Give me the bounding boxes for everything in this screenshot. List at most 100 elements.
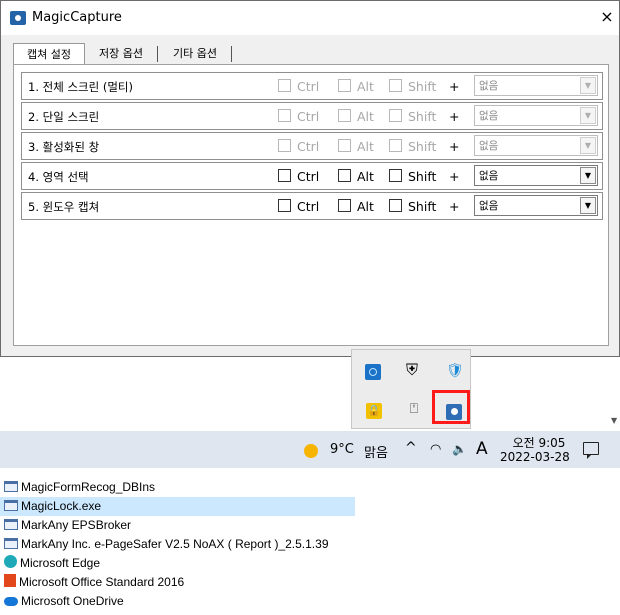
shift-checkbox[interactable]: Shift (389, 139, 436, 154)
list-item[interactable]: MagicFormRecog_DBIns (0, 478, 155, 497)
window-title: MagicCapture (32, 10, 122, 25)
key-select[interactable]: 없음 ▼ (474, 195, 598, 216)
tab-other-options[interactable]: 기타 옵션 (159, 43, 231, 65)
checkbox-icon (338, 169, 351, 182)
alt-checkbox[interactable]: Alt (338, 169, 374, 184)
list-item[interactable]: Microsoft OneDrive (0, 592, 124, 611)
alt-checkbox[interactable]: Alt (338, 139, 374, 154)
plus-sign: + (449, 199, 460, 214)
temperature[interactable]: 9°C (330, 442, 354, 457)
ime-indicator[interactable]: A (476, 439, 488, 459)
shift-checkbox[interactable]: Shift (389, 169, 436, 184)
alt-checkbox[interactable]: Alt (338, 109, 374, 124)
checkbox-icon (338, 109, 351, 122)
chevron-down-icon[interactable]: ▼ (580, 107, 596, 124)
close-button[interactable]: × (599, 7, 615, 26)
key-select-value: 없음 (479, 170, 499, 182)
shift-checkbox[interactable]: Shift (389, 79, 436, 94)
hotkey-label: 1. 전체 스크린 (멀티) (28, 80, 133, 94)
shift-checkbox[interactable]: Shift (389, 109, 436, 124)
clock-time[interactable]: 오전 9:05 (509, 434, 569, 451)
weather-text[interactable]: 맑음 (364, 442, 388, 461)
scroll-down-arrow-icon[interactable]: ▼ (611, 416, 617, 425)
checkbox-icon (278, 79, 291, 92)
program-name: MagicLock.exe (21, 499, 102, 513)
alt-label: Alt (357, 199, 374, 214)
edge-icon (4, 555, 17, 568)
defender-icon[interactable]: 🛡 (446, 363, 464, 379)
key-select[interactable]: 없음 ▼ (474, 165, 598, 186)
checkbox-icon (389, 139, 402, 152)
shield-cross-icon[interactable]: ⛨ (404, 362, 420, 378)
program-name: Microsoft OneDrive (21, 594, 124, 608)
key-select[interactable]: 없음 ▼ (474, 135, 598, 156)
program-name: MarkAny Inc. e-PageSafer V2.5 NoAX ( Rep… (21, 537, 329, 551)
wifi-icon[interactable]: ◠ (430, 442, 441, 457)
alt-checkbox[interactable]: Alt (338, 79, 374, 94)
ctrl-checkbox[interactable]: Ctrl (278, 109, 319, 124)
chevron-down-icon[interactable]: ▼ (580, 197, 596, 214)
plus-sign: + (449, 139, 460, 154)
key-select[interactable]: 없음 ▼ (474, 105, 598, 126)
hotkey-row: 4. 영역 선택 Ctrl Alt Shift + 없음 ▼ (21, 162, 603, 190)
checkbox-icon (338, 199, 351, 212)
ctrl-checkbox[interactable]: Ctrl (278, 79, 319, 94)
checkbox-icon (389, 79, 402, 92)
exe-icon (4, 481, 18, 492)
checkbox-icon (338, 79, 351, 92)
capture-settings-panel: 1. 전체 스크린 (멀티) Ctrl Alt Shift + 없음 ▼ 2. 단일 스크린 C… (13, 64, 609, 346)
ctrl-label: Ctrl (297, 109, 320, 124)
ctrl-label: Ctrl (297, 169, 320, 184)
alt-checkbox[interactable]: Alt (338, 199, 374, 214)
chevron-down-icon[interactable]: ▼ (580, 77, 596, 94)
show-hidden-icons-chevron-icon[interactable]: ^ (405, 440, 417, 456)
program-name: MagicFormRecog_DBIns (21, 480, 156, 494)
checkbox-icon (389, 169, 402, 182)
sun-weather-icon[interactable] (304, 444, 318, 458)
hotkey-row: 5. 윈도우 캡쳐 Ctrl Alt Shift + 없음 ▼ (21, 192, 603, 220)
hotkey-label: 4. 영역 선택 (28, 170, 89, 184)
list-item[interactable]: MarkAny Inc. e-PageSafer V2.5 NoAX ( Rep… (0, 535, 329, 554)
hotkey-label: 3. 활성화된 창 (28, 140, 100, 154)
ctrl-checkbox[interactable]: Ctrl (278, 169, 319, 184)
plus-sign: + (449, 79, 460, 94)
checkbox-icon (278, 169, 291, 182)
hotkey-row: 3. 활성화된 창 Ctrl Alt Shift + 없음 ▼ (21, 132, 603, 160)
list-item[interactable]: Microsoft Office Standard 2016 (0, 573, 184, 592)
usb-icon[interactable]: ⍞ (406, 401, 422, 417)
chevron-down-icon[interactable]: ▼ (580, 167, 596, 184)
shift-label: Shift (408, 79, 437, 94)
title-bar[interactable]: MagicCapture × (1, 1, 619, 35)
office-icon (4, 574, 16, 587)
ctrl-checkbox[interactable]: Ctrl (278, 199, 319, 214)
tab-divider (231, 46, 232, 62)
hotkey-label: 2. 단일 스크린 (28, 110, 100, 124)
magiccapture-window: MagicCapture × 캡쳐 설정 저장 옵션 기타 옵션 1. 전체 스… (0, 0, 620, 357)
list-item[interactable]: MarkAny EPSBroker (0, 516, 131, 535)
checkbox-icon (338, 139, 351, 152)
list-item[interactable]: Microsoft Edge (0, 554, 100, 573)
chevron-down-icon[interactable]: ▼ (580, 137, 596, 154)
checkbox-icon (389, 199, 402, 212)
list-item[interactable]: MagicLock.exe (0, 497, 355, 516)
ctrl-label: Ctrl (297, 79, 320, 94)
ctrl-label: Ctrl (297, 199, 320, 214)
plus-sign: + (449, 169, 460, 184)
camera-icon-highlight (432, 390, 470, 424)
lock-icon[interactable]: 🔒 (366, 403, 382, 419)
alt-label: Alt (357, 169, 374, 184)
tab-save-options[interactable]: 저장 옵션 (85, 43, 157, 65)
shift-checkbox[interactable]: Shift (389, 199, 436, 214)
hotkey-label: 5. 윈도우 캡쳐 (28, 200, 100, 214)
app-icon[interactable] (365, 364, 381, 380)
key-select[interactable]: 없음 ▼ (474, 75, 598, 96)
notification-icon[interactable] (583, 442, 599, 459)
program-name: Microsoft Edge (20, 556, 101, 570)
camera-app-icon (10, 11, 26, 25)
checkbox-icon (278, 109, 291, 122)
clock-date[interactable]: 2022-03-28 (500, 450, 570, 464)
tab-capture-settings[interactable]: 캡쳐 설정 (13, 43, 85, 66)
shift-label: Shift (408, 109, 437, 124)
ctrl-checkbox[interactable]: Ctrl (278, 139, 319, 154)
volume-icon[interactable]: 🔈 (452, 442, 467, 456)
